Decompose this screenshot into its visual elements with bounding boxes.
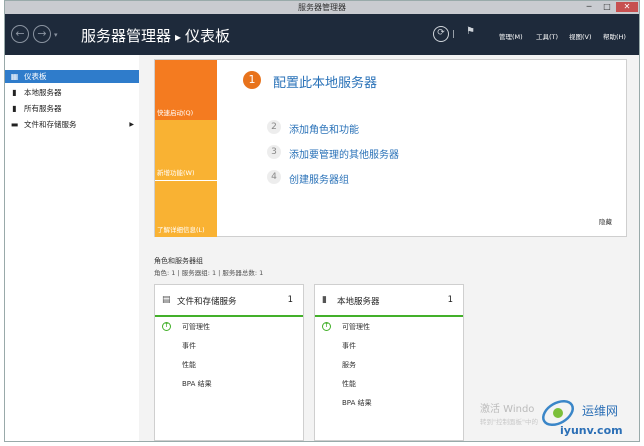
sidebar: ▦ 仪表板 ▮ 本地服务器 ▮ 所有服务器 ▬ 文件和存储服务 ▶ (5, 55, 140, 441)
tile-count: 1 (287, 295, 293, 305)
tile-row-bpa[interactable]: BPA 结果 (182, 379, 212, 389)
configure-local-server-link[interactable]: 配置此本地服务器 (273, 72, 377, 91)
tile-row-events[interactable]: 事件 (182, 341, 196, 351)
back-arrow-icon[interactable]: ← (11, 25, 29, 43)
dashboard-icon: ▦ (10, 72, 19, 81)
quickstart-label: 快速启动(Q) (157, 109, 194, 117)
sidebar-item-dashboard[interactable]: ▦ 仪表板 (5, 70, 139, 83)
learn-more-label: 了解详细信息(L) (157, 226, 205, 234)
menu-manage[interactable]: 管理(M) (499, 31, 523, 41)
hide-link[interactable]: 隐藏 (599, 216, 612, 226)
maximize-button[interactable]: □ (599, 2, 615, 12)
step-number: 3 (267, 145, 281, 159)
sidebar-item-label: 本地服务器 (24, 88, 62, 97)
title-bar: 服务器管理器 ─ □ ✕ (5, 1, 639, 14)
sidebar-item-all-servers[interactable]: ▮ 所有服务器 (5, 102, 139, 115)
role-tile-local-server[interactable]: ▮ 本地服务器 1 ↑ 可管理性 事件 服务 性能 BPA 结果 (314, 284, 464, 441)
close-button[interactable]: ✕ (616, 2, 638, 12)
window-title: 服务器管理器 (298, 3, 346, 12)
ok-status-icon: ↑ (162, 322, 171, 331)
breadcrumb-root[interactable]: 服务器管理器 (81, 27, 171, 45)
tile-row-services[interactable]: 服务 (342, 360, 356, 370)
role-tile-file-storage[interactable]: ▤ 文件和存储服务 1 ↑ 可管理性 事件 性能 BPA 结果 (154, 284, 304, 441)
minimize-button[interactable]: ─ (581, 2, 597, 12)
server-manager-window: 服务器管理器 ─ □ ✕ ← → ▾ 服务器管理器 ▸ 仪表板 ⟳ | ⚑ 管理(M… (4, 0, 640, 442)
sidebar-item-label: 所有服务器 (24, 104, 62, 113)
server-icon: ▮ (322, 295, 327, 305)
history-dropdown[interactable]: ▾ (54, 31, 58, 39)
menu-help[interactable]: 帮助(H) (603, 31, 626, 41)
whats-new-tab[interactable]: 新增功能(W) (155, 120, 217, 180)
separator-icon: | (452, 29, 455, 38)
tile-row-performance[interactable]: 性能 (182, 360, 196, 370)
learn-more-tab[interactable]: 了解详细信息(L) (155, 180, 217, 237)
navigation-bar: ← → ▾ 服务器管理器 ▸ 仪表板 ⟳ | ⚑ 管理(M) 工具(T) 视图(V)… (5, 14, 639, 55)
server-icon: ▮ (12, 88, 17, 97)
storage-icon: ▤ (162, 295, 171, 305)
step-number: 4 (267, 170, 281, 184)
add-roles-link[interactable]: 添加角色和功能 (289, 121, 359, 136)
welcome-panel: 快速启动(Q) 新增功能(W) 了解详细信息(L) 1 配置此本地服务器 2 添… (154, 59, 627, 237)
dashboard-content: 快速启动(Q) 新增功能(W) 了解详细信息(L) 1 配置此本地服务器 2 添… (139, 55, 639, 441)
expand-arrow-icon[interactable]: ▶ (129, 118, 134, 131)
sidebar-item-local-server[interactable]: ▮ 本地服务器 (5, 86, 139, 99)
tile-row-bpa[interactable]: BPA 结果 (342, 398, 372, 408)
create-server-group-link[interactable]: 创建服务器组 (289, 171, 349, 186)
tile-row-performance[interactable]: 性能 (342, 379, 356, 389)
roles-summary: 角色: 1 | 服务器组: 1 | 服务器总数: 1 (154, 269, 264, 277)
activate-windows-subtext: 转到"控制面板"中的 (480, 418, 538, 426)
roles-heading: 角色和服务器组 (154, 257, 203, 265)
tile-row-manageability[interactable]: 可管理性 (182, 322, 210, 332)
quickstart-tab[interactable]: 快速启动(Q) (155, 60, 217, 120)
forward-arrow-icon[interactable]: → (33, 25, 51, 43)
sidebar-item-label: 文件和存储服务 (24, 120, 77, 129)
site-watermark-cn: 运维网 (582, 404, 619, 418)
step-number: 2 (267, 120, 281, 134)
breadcrumb: 服务器管理器 ▸ 仪表板 (81, 25, 230, 46)
whats-new-label: 新增功能(W) (157, 169, 195, 177)
sidebar-item-file-storage[interactable]: ▬ 文件和存储服务 ▶ (5, 118, 139, 131)
servers-icon: ▮ (12, 104, 17, 113)
menu-tools[interactable]: 工具(T) (536, 31, 558, 41)
menu-view[interactable]: 视图(V) (569, 31, 592, 41)
sidebar-item-label: 仪表板 (24, 72, 47, 81)
tile-header: ▤ 文件和存储服务 1 (155, 285, 303, 317)
storage-icon: ▬ (10, 120, 19, 129)
tile-row-manageability[interactable]: 可管理性 (342, 322, 370, 332)
ok-status-icon: ↑ (322, 322, 331, 331)
breadcrumb-separator: ▸ (175, 30, 182, 44)
site-watermark: iyunv.com (560, 424, 623, 437)
flag-icon[interactable]: ⚑ (466, 26, 475, 37)
add-servers-link[interactable]: 添加要管理的其他服务器 (289, 146, 399, 161)
activate-windows-watermark: 激活 Windo (480, 404, 535, 415)
breadcrumb-current: 仪表板 (185, 27, 231, 45)
step-number-badge: 1 (243, 71, 261, 89)
tile-header: ▮ 本地服务器 1 (315, 285, 463, 317)
refresh-icon[interactable]: ⟳ (433, 26, 449, 42)
tile-title: 文件和存储服务 (177, 297, 237, 307)
tile-count: 1 (447, 295, 453, 305)
tile-row-events[interactable]: 事件 (342, 341, 356, 351)
tile-title: 本地服务器 (337, 297, 380, 307)
